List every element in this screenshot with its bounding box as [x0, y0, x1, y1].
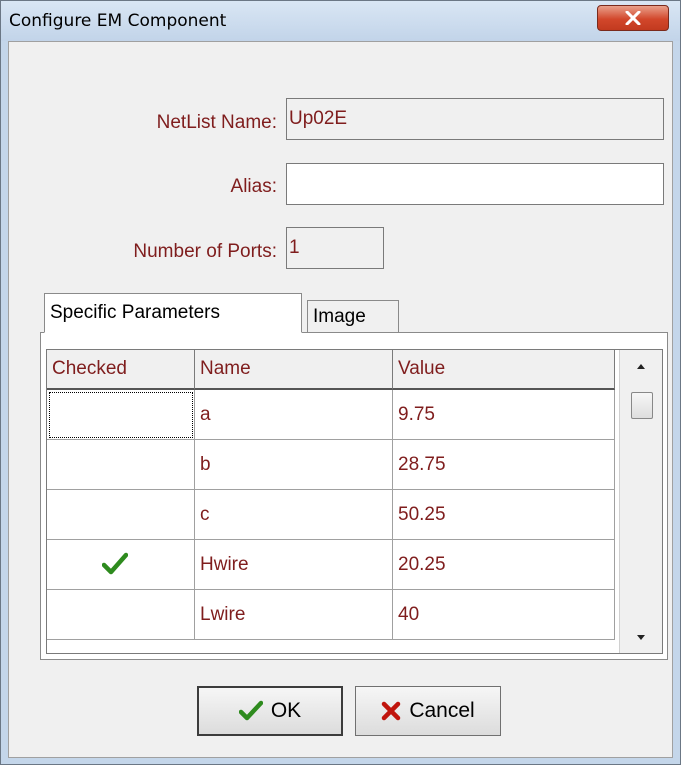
- dialog-window: Configure EM Component NetList Name: Up0…: [0, 0, 681, 765]
- close-icon: [625, 11, 641, 25]
- ok-button[interactable]: OK: [197, 686, 343, 736]
- value-cell[interactable]: 20.25: [393, 540, 615, 590]
- checkmark-icon: [238, 700, 263, 721]
- name-cell[interactable]: a: [195, 390, 393, 440]
- checkmark-icon: [102, 552, 128, 575]
- column-header-name[interactable]: Name: [195, 350, 393, 390]
- x-icon: [382, 701, 401, 721]
- vertical-scrollbar[interactable]: [619, 350, 662, 653]
- value-cell[interactable]: 9.75: [393, 390, 615, 440]
- column-header-value[interactable]: Value: [393, 350, 615, 390]
- netlist-name-label: NetList Name:: [156, 112, 277, 133]
- scrollbar-thumb[interactable]: [631, 392, 653, 419]
- checked-cell[interactable]: [47, 590, 195, 640]
- column-header-value-label: Value: [398, 358, 446, 379]
- name-cell[interactable]: c: [195, 490, 393, 540]
- column-header-checked[interactable]: Checked: [47, 350, 195, 390]
- tab-image-label: Image: [313, 306, 366, 327]
- checked-cell[interactable]: [47, 440, 195, 490]
- tab-image[interactable]: Image: [307, 300, 399, 334]
- number-of-ports-field[interactable]: 1: [286, 227, 384, 269]
- close-button[interactable]: [597, 5, 669, 31]
- scroll-down-arrow-icon[interactable]: [637, 635, 645, 640]
- value-cell[interactable]: 28.75: [393, 440, 615, 490]
- name-cell[interactable]: b: [195, 440, 393, 490]
- parameters-grid[interactable]: Checked Name Value a 9.75 b 28.75 c 50.2…: [46, 349, 663, 654]
- checked-cell[interactable]: [47, 490, 195, 540]
- dialog-client-area: NetList Name: Up02E Alias: Number of Por…: [8, 41, 673, 758]
- value-cell[interactable]: 40: [393, 590, 615, 640]
- column-header-name-label: Name: [200, 358, 251, 379]
- number-of-ports-label: Number of Ports:: [133, 241, 277, 262]
- alias-label: Alias:: [230, 176, 277, 197]
- name-cell[interactable]: Hwire: [195, 540, 393, 590]
- checked-cell[interactable]: [47, 390, 195, 440]
- checked-cell[interactable]: [47, 540, 195, 590]
- alias-field[interactable]: [286, 163, 664, 205]
- tab-specific-parameters-label: Specific Parameters: [50, 302, 221, 323]
- name-cell[interactable]: Lwire: [195, 590, 393, 640]
- value-cell[interactable]: 50.25: [393, 490, 615, 540]
- title-bar[interactable]: Configure EM Component: [1, 1, 680, 41]
- scroll-up-arrow-icon[interactable]: [637, 364, 645, 369]
- ok-button-label: OK: [270, 699, 302, 722]
- cancel-button[interactable]: Cancel: [355, 686, 501, 736]
- tab-specific-parameters[interactable]: Specific Parameters: [44, 293, 302, 333]
- cancel-button-label: Cancel: [409, 699, 475, 722]
- netlist-name-field[interactable]: Up02E: [286, 98, 664, 140]
- window-title: Configure EM Component: [9, 11, 227, 31]
- column-header-checked-label: Checked: [52, 358, 127, 379]
- specific-parameters-panel: Checked Name Value a 9.75 b 28.75 c 50.2…: [40, 332, 668, 660]
